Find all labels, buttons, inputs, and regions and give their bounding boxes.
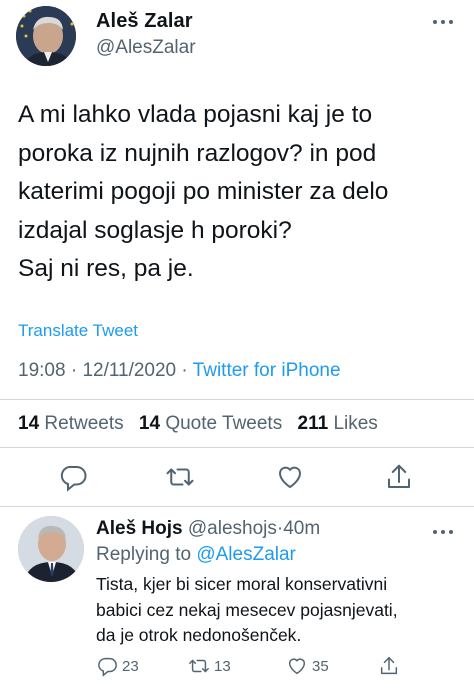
reply-like-button[interactable]: 35 xyxy=(286,654,329,678)
tweet-stats: 14 Retweets 14 Quote Tweets 211 Likes xyxy=(18,413,388,435)
reply-text: Tista, kjer bi sicer moral konservativni… xyxy=(96,574,398,645)
more-icon[interactable] xyxy=(430,12,456,32)
tweet-time: 19:08 xyxy=(18,360,66,381)
tweet-meta: 19:08 · 12/11/2020 · Twitter for iPhone xyxy=(18,360,341,382)
retweets-stat[interactable]: 14 Retweets xyxy=(18,413,124,434)
reply-header: Aleš Hojs @aleshojs·40m xyxy=(96,518,320,540)
retweet-icon[interactable] xyxy=(165,462,195,492)
reply-more-icon[interactable] xyxy=(430,522,456,542)
reply-author-name[interactable]: Aleš Hojs xyxy=(96,518,183,539)
retweet-count: 13 xyxy=(214,657,231,675)
like-icon[interactable] xyxy=(275,462,305,492)
replying-to-mention[interactable]: @AlesZalar xyxy=(196,544,296,565)
tweet-text: A mi lahko vlada pojasni kaj je to porok… xyxy=(18,101,389,282)
share-icon xyxy=(380,657,398,675)
replying-to: Replying to @AlesZalar xyxy=(96,544,296,565)
reply-icon xyxy=(98,657,117,677)
reply-time[interactable]: 40m xyxy=(283,518,320,539)
reply-reply-button[interactable]: 23 xyxy=(96,654,139,678)
retweet-icon xyxy=(189,659,209,673)
tweet-source-link[interactable]: Twitter for iPhone xyxy=(193,360,341,381)
reply-icon[interactable] xyxy=(58,462,88,492)
divider xyxy=(0,506,474,507)
reply-count: 23 xyxy=(122,657,139,675)
translate-tweet-link[interactable]: Translate Tweet xyxy=(18,321,138,341)
author-avatar[interactable] xyxy=(16,6,76,66)
meta-separator: · xyxy=(181,360,188,381)
reply-author-handle[interactable]: @aleshojs xyxy=(188,518,277,539)
share-icon[interactable] xyxy=(384,462,414,492)
divider xyxy=(0,399,474,400)
reply-author-avatar[interactable] xyxy=(18,516,84,582)
reply-retweet-button[interactable]: 13 xyxy=(188,654,231,678)
author-name[interactable]: Aleš Zalar xyxy=(96,10,193,33)
author-handle[interactable]: @AlesZalar xyxy=(96,37,196,59)
divider xyxy=(0,447,474,448)
reply-share-button[interactable] xyxy=(378,654,404,678)
like-count: 35 xyxy=(312,657,329,675)
tweet-date: 12/11/2020 xyxy=(82,360,177,381)
quote-tweets-stat[interactable]: 14 Quote Tweets xyxy=(139,413,282,434)
meta-separator: · xyxy=(70,360,78,381)
likes-stat[interactable]: 211 Likes xyxy=(298,413,378,434)
main-tweet: Aleš Zalar @AlesZalar A mi lahko vlada p… xyxy=(0,0,474,507)
like-icon xyxy=(288,658,306,675)
